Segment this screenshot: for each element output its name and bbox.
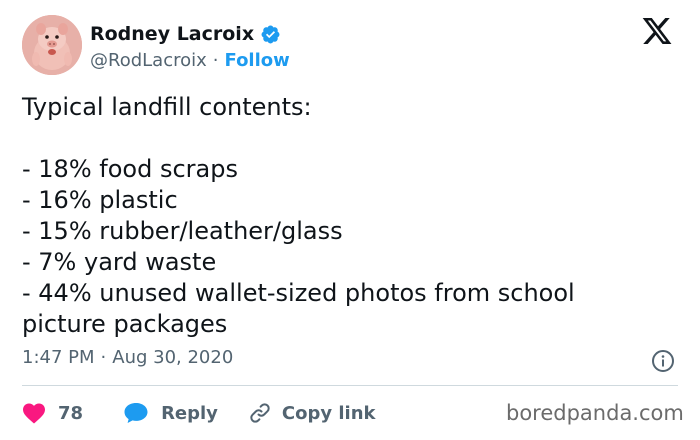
tweet-time: 1:47 PM (22, 347, 95, 368)
author-name-row: Rodney Lacroix (90, 21, 281, 47)
copy-link-label: Copy link (281, 402, 376, 424)
reply-label: Reply (161, 402, 218, 424)
tweet-card: Rodney Lacroix @RodLacroix · Follow Typi… (0, 0, 700, 440)
tweet-line: Typical landfill contents: (22, 93, 312, 121)
action-bar: 78 Reply Copy link (22, 399, 376, 427)
follow-button[interactable]: Follow (225, 50, 290, 71)
tweet-line: - 7% yard waste (22, 248, 217, 276)
separator-dot: · (212, 49, 219, 71)
author-handle[interactable]: @RodLacroix (90, 50, 207, 71)
tweet-text: Typical landfill contents: - 18% food sc… (22, 92, 682, 340)
tweet-line: picture packages (22, 310, 228, 338)
copy-link-button[interactable]: Copy link (248, 401, 376, 425)
reply-button[interactable]: Reply (123, 402, 218, 424)
like-count: 78 (58, 402, 84, 424)
info-icon[interactable] (651, 349, 675, 373)
like-button[interactable]: 78 (22, 402, 83, 424)
divider (22, 385, 678, 386)
tweet-line: - 18% food scraps (22, 155, 238, 183)
verified-badge-icon (261, 25, 280, 43)
display-name[interactable]: Rodney Lacroix (90, 23, 254, 45)
reply-icon (124, 403, 148, 423)
author-handle-row: @RodLacroix · Follow (90, 48, 290, 72)
avatar-image (22, 15, 82, 75)
separator-dot: · (100, 347, 107, 368)
x-logo-icon[interactable] (640, 15, 674, 47)
avatar[interactable] (22, 15, 82, 75)
watermark: boredpanda.com (506, 401, 684, 425)
tweet-line: - 15% rubber/leather/glass (22, 217, 343, 245)
heart-icon (23, 403, 45, 424)
tweet-line: - 16% plastic (22, 186, 178, 214)
link-icon (250, 403, 270, 423)
tweet-line: - 44% unused wallet-sized photos from sc… (22, 279, 575, 307)
tweet-timestamp[interactable]: 1:47 PM · Aug 30, 2020 (22, 347, 233, 368)
tweet-date: Aug 30, 2020 (112, 347, 234, 368)
